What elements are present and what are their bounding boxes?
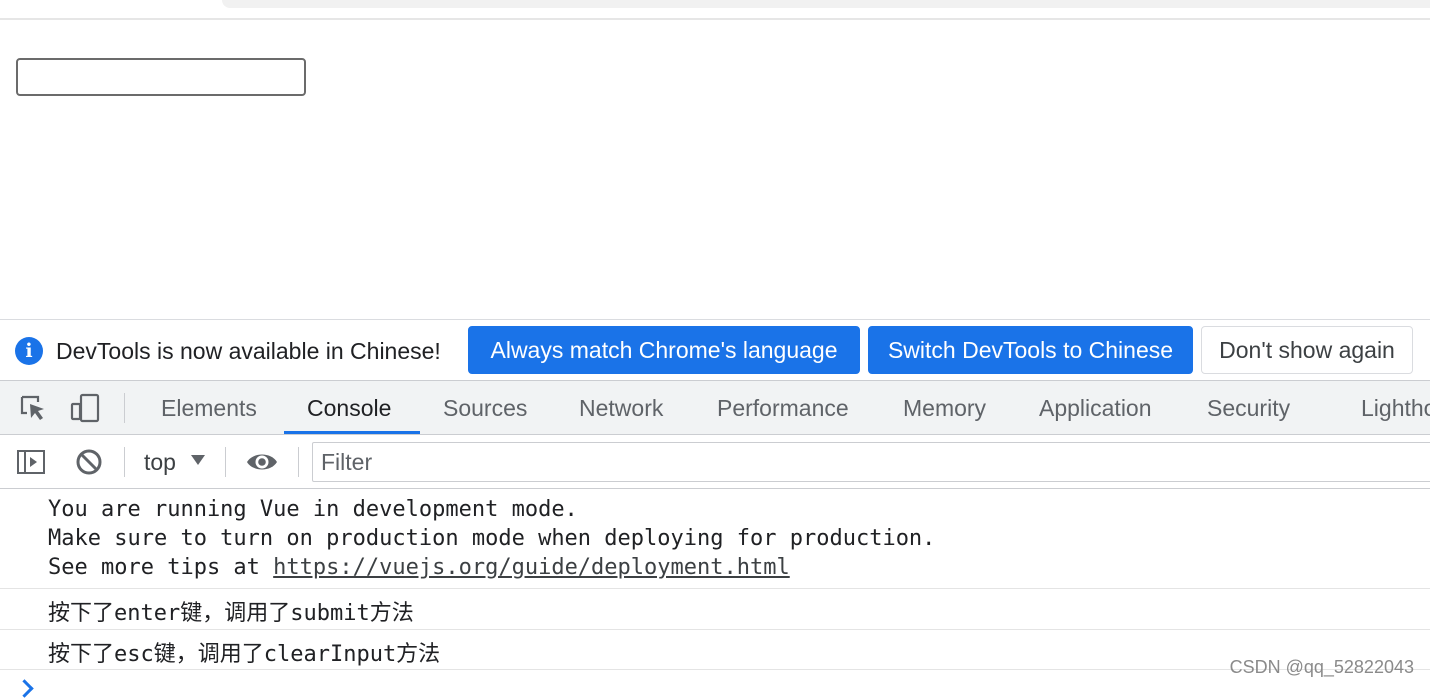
toolbar-divider	[124, 393, 125, 423]
tab-elements[interactable]: Elements	[161, 381, 257, 435]
tab-lighthouse[interactable]: Lighthouse	[1361, 381, 1430, 435]
dont-show-again-button[interactable]: Don't show again	[1201, 326, 1413, 374]
tab-console[interactable]: Console	[307, 381, 391, 435]
tab-network[interactable]: Network	[579, 381, 663, 435]
page-viewport	[0, 20, 1430, 318]
toolbar-divider	[298, 447, 299, 477]
devtools-language-infobar: i DevTools is now available in Chinese! …	[0, 319, 1430, 381]
page-text-input[interactable]	[16, 58, 306, 96]
vue-deployment-link[interactable]: https://vuejs.org/guide/deployment.html	[273, 555, 790, 580]
console-messages: You are running Vue in development mode.…	[0, 489, 1430, 688]
live-expression-eye-icon[interactable]	[245, 447, 279, 477]
tab-sources[interactable]: Sources	[443, 381, 527, 435]
console-text: 按下了esc键，调用了clearInput方法	[48, 642, 441, 667]
toolbar-divider	[225, 447, 226, 477]
clear-console-icon[interactable]	[74, 447, 104, 477]
console-text-prefix: See more tips at	[48, 555, 274, 580]
execution-context-select[interactable]: top	[144, 447, 176, 477]
console-message-row: 按下了enter键，调用了submit方法	[0, 589, 1430, 630]
switch-to-chinese-button[interactable]: Switch DevTools to Chinese	[868, 326, 1193, 374]
inspect-element-icon[interactable]	[18, 393, 48, 423]
console-text: Make sure to turn on production mode whe…	[48, 526, 936, 551]
console-toolbar: top	[0, 435, 1430, 489]
device-toolbar-icon[interactable]	[70, 393, 100, 423]
watermark: CSDN @qq_52822043	[1229, 657, 1414, 677]
tab-security[interactable]: Security	[1207, 381, 1290, 435]
chevron-down-icon[interactable]	[191, 455, 205, 465]
console-message-row: 按下了esc键，调用了clearInput方法	[0, 630, 1430, 670]
devtools-tab-bar: Elements Console Sources Network Perform…	[0, 381, 1430, 435]
browser-top-strip	[0, 0, 1430, 20]
console-message-vue-notice: You are running Vue in development mode.…	[0, 489, 1430, 589]
active-tab-indicator	[284, 431, 420, 434]
always-match-language-button[interactable]: Always match Chrome's language	[468, 326, 860, 374]
tab-performance[interactable]: Performance	[717, 381, 849, 435]
tab-application[interactable]: Application	[1039, 381, 1152, 435]
info-icon: i	[15, 337, 43, 365]
tab-memory[interactable]: Memory	[903, 381, 986, 435]
show-sidebar-icon[interactable]	[16, 447, 46, 477]
console-filter-input[interactable]	[312, 442, 1430, 482]
toolbar-divider	[124, 447, 125, 477]
console-text: You are running Vue in development mode.	[48, 497, 578, 522]
console-text: 按下了enter键，调用了submit方法	[48, 601, 414, 626]
console-text: See more tips at https://vuejs.org/guide…	[48, 555, 790, 580]
infobar-message: DevTools is now available in Chinese!	[56, 338, 441, 364]
browser-tab-edge	[222, 0, 1430, 8]
